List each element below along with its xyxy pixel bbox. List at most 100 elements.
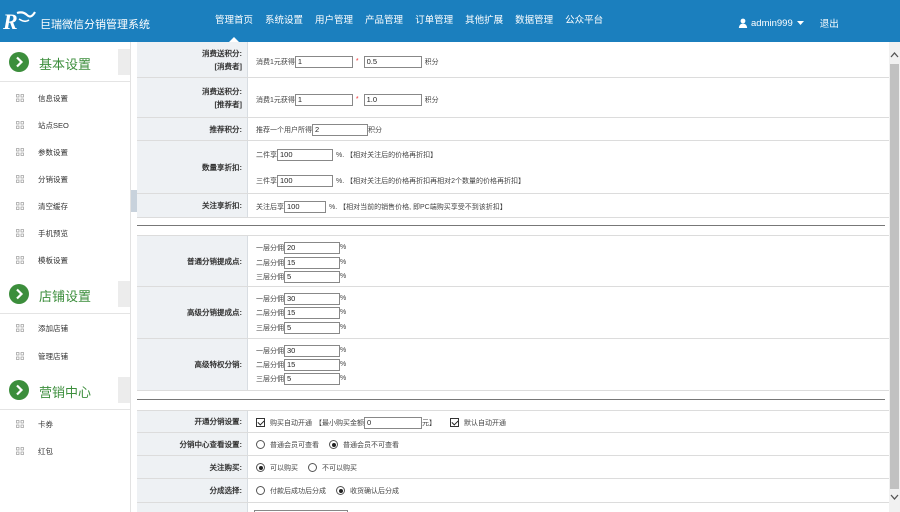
privilege-level1-input[interactable] bbox=[284, 344, 340, 357]
chevron-right-icon bbox=[9, 52, 29, 72]
senior-level2-input[interactable] bbox=[284, 306, 340, 319]
consume-ref-points-input[interactable] bbox=[363, 93, 422, 106]
auto-open-on-purchase-checkbox[interactable] bbox=[256, 418, 265, 427]
three-items-discount-input[interactable] bbox=[277, 174, 333, 187]
sidebar-item-label: 清空缓存 bbox=[38, 201, 68, 211]
sidebar-item[interactable]: 添加店铺 bbox=[16, 322, 68, 334]
field-prefix: 关注后享 bbox=[256, 203, 284, 211]
normal-member-cannot-view-radio[interactable] bbox=[329, 440, 338, 449]
grid-icon bbox=[16, 352, 24, 360]
row-label: 关注购买: bbox=[137, 456, 248, 478]
nav-data-management[interactable]: 数据管理 bbox=[509, 0, 559, 42]
normal-level2-input[interactable] bbox=[284, 256, 340, 269]
user-menu[interactable]: admin999 退出 bbox=[738, 16, 839, 30]
row-label: 普通分销提成点: bbox=[137, 236, 248, 286]
two-items-discount-input[interactable] bbox=[277, 148, 333, 161]
recommend-points-input[interactable] bbox=[312, 123, 368, 136]
sidebar-item-label: 站点SEO bbox=[38, 120, 69, 130]
nav-system-settings[interactable]: 系统设置 bbox=[259, 0, 309, 42]
consume-buyer-points-input[interactable] bbox=[363, 55, 422, 68]
top-bar: R 巨瑞微信分销管理系统 管理首页 系统设置 用户管理 产品管理 订单管理 其他扩展 数据管… bbox=[0, 0, 900, 42]
field-prefix: 三件享 bbox=[256, 177, 277, 185]
normal-level3-input[interactable] bbox=[284, 270, 340, 283]
row-label: 分成选择: bbox=[137, 479, 248, 502]
nav-other-extensions[interactable]: 其他扩展 bbox=[459, 0, 509, 42]
nav-order-management[interactable]: 订单管理 bbox=[409, 0, 459, 42]
grid-icon bbox=[16, 324, 24, 332]
senior-level3-input[interactable] bbox=[284, 321, 340, 334]
row-quantity-discount: 数量享折扣: 二件享 %. 【相对关注后的价格再折扣】 三件享 %. 【相对关注… bbox=[137, 141, 889, 194]
can-purchase-radio[interactable] bbox=[256, 463, 265, 472]
min-purchase-amount-input[interactable] bbox=[364, 416, 422, 429]
level-label: 一层分佣 bbox=[256, 244, 284, 252]
sidebar-item[interactable]: 管理店铺 bbox=[16, 350, 68, 362]
sidebar-section-store-settings[interactable]: 店铺设置 bbox=[0, 274, 130, 314]
sidebar-item[interactable]: 参数设置 bbox=[16, 146, 68, 158]
sidebar-scroll-slot bbox=[118, 49, 130, 75]
cannot-purchase-radio[interactable] bbox=[308, 463, 317, 472]
follow-discount-input[interactable] bbox=[284, 200, 326, 213]
nav-user-management[interactable]: 用户管理 bbox=[309, 0, 359, 42]
row-recommend-points: 推荐积分: 推荐一个用户所得 积分 bbox=[137, 118, 889, 141]
privilege-level2-input[interactable] bbox=[284, 358, 340, 371]
sidebar-item-label: 卡券 bbox=[38, 419, 53, 429]
checkbox-label: 购买自动开通 bbox=[270, 419, 312, 427]
level-label: 二层分佣 bbox=[256, 361, 284, 369]
nav-product-management[interactable]: 产品管理 bbox=[359, 0, 409, 42]
field-prefix: 二件享 bbox=[256, 151, 277, 159]
scroll-down-arrow-icon[interactable] bbox=[889, 492, 900, 502]
field-prefix: 推荐一个用户所得 bbox=[256, 126, 312, 134]
sidebar-section-title: 店铺设置 bbox=[39, 289, 92, 304]
level-label: 三层分佣 bbox=[256, 375, 284, 383]
nav-public-platform[interactable]: 公众平台 bbox=[559, 0, 609, 42]
logout-link[interactable]: 退出 bbox=[820, 16, 839, 30]
page-scrollbar[interactable] bbox=[889, 42, 900, 512]
row-label: 高级特权分销: bbox=[137, 339, 248, 390]
field-prefix: 消费1元获得 bbox=[256, 58, 295, 66]
split-after-payment-radio[interactable] bbox=[256, 486, 265, 495]
sidebar-item[interactable]: 红包 bbox=[16, 445, 53, 457]
sidebar-item[interactable]: 手机预览 bbox=[16, 227, 68, 239]
scrollbar-thumb[interactable] bbox=[890, 64, 899, 489]
field-suffix: 积分 bbox=[424, 96, 439, 104]
sidebar-item[interactable]: 信息设置 bbox=[16, 92, 68, 104]
sidebar-item[interactable]: 模板设置 bbox=[16, 254, 68, 266]
row-open-distribution: 开通分销设置: 购买自动开通 【最小购买金额 元】 默认自动开通 bbox=[137, 410, 889, 433]
scroll-up-arrow-icon[interactable] bbox=[889, 50, 900, 60]
percent-unit: % bbox=[340, 375, 347, 382]
row-next-partial bbox=[137, 503, 889, 512]
sidebar-item-label: 手机预览 bbox=[38, 228, 68, 238]
percent-unit: % bbox=[340, 347, 347, 354]
percent-unit: % bbox=[340, 273, 347, 280]
level-label: 二层分佣 bbox=[256, 309, 284, 317]
sidebar-item[interactable]: 站点SEO bbox=[16, 119, 69, 131]
default-auto-open-checkbox[interactable] bbox=[450, 418, 459, 427]
radio-label: 不可以购买 bbox=[322, 464, 357, 472]
grid-icon bbox=[16, 447, 24, 455]
split-after-receipt-radio[interactable] bbox=[336, 486, 345, 495]
row-label: 消费送积分: [推荐者] bbox=[137, 78, 248, 117]
radio-label: 付款后成功后分成 bbox=[270, 487, 326, 495]
nav-home[interactable]: 管理首页 bbox=[209, 0, 259, 42]
row-senior-distribution: 高级分销提成点: 一层分佣% 二层分佣% 三层分佣% bbox=[137, 287, 889, 339]
privilege-level3-input[interactable] bbox=[284, 372, 340, 385]
percent-unit: % bbox=[340, 295, 347, 302]
main-nav: 管理首页 系统设置 用户管理 产品管理 订单管理 其他扩展 数据管理 公众平台 bbox=[209, 0, 609, 42]
sidebar-section-basic-settings[interactable]: 基本设置 bbox=[0, 42, 130, 82]
sidebar-scroll-slot bbox=[118, 281, 130, 307]
percent-unit: % bbox=[340, 361, 347, 368]
row-privilege-distribution: 高级特权分销: 一层分佣% 二层分佣% 三层分佣% bbox=[137, 339, 889, 391]
sidebar-item[interactable]: 清空缓存 bbox=[16, 200, 68, 212]
normal-member-can-view-radio[interactable] bbox=[256, 440, 265, 449]
section-divider bbox=[137, 225, 885, 226]
sidebar-section-marketing-center[interactable]: 营销中心 bbox=[0, 370, 130, 410]
chevron-right-icon bbox=[9, 284, 29, 304]
senior-level1-input[interactable] bbox=[284, 292, 340, 305]
normal-level1-input[interactable] bbox=[284, 241, 340, 254]
consume-buyer-amount-input[interactable] bbox=[294, 55, 353, 68]
row-label: 分销中心查看设置: bbox=[137, 433, 248, 455]
row-consume-points-referrer: 消费送积分:[推荐者] 消费1元获得 * 积分 bbox=[137, 78, 889, 118]
consume-ref-amount-input[interactable] bbox=[294, 93, 353, 106]
sidebar-item[interactable]: 分销设置 bbox=[16, 173, 68, 185]
sidebar-item[interactable]: 卡券 bbox=[16, 418, 53, 430]
